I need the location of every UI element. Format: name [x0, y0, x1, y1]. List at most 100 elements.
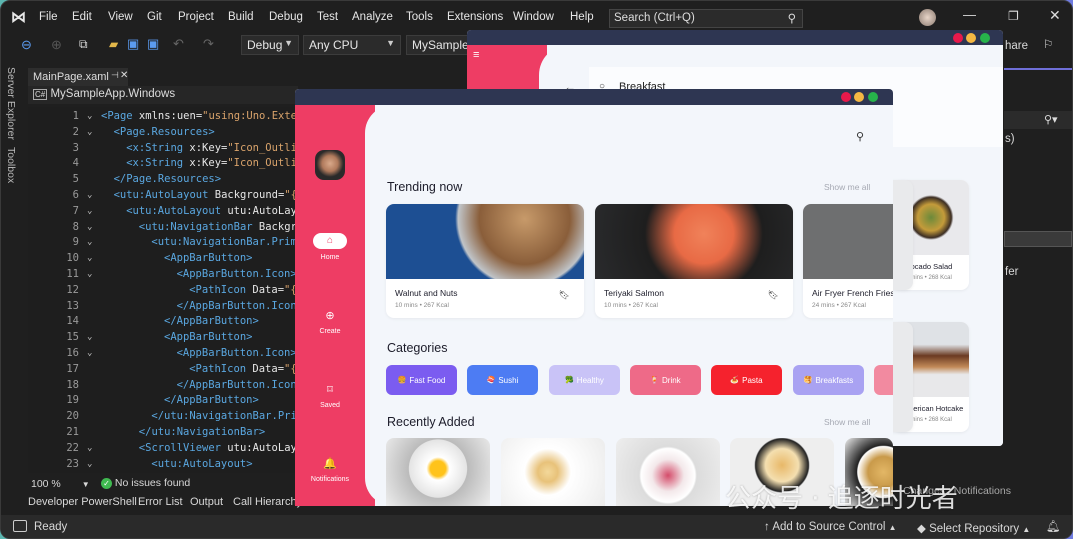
- sidebar-item-saved[interactable]: ⌑ Saved: [295, 381, 365, 417]
- issues-indicator[interactable]: ✓ No issues found: [101, 477, 190, 489]
- menu-debug[interactable]: Debug: [269, 11, 303, 23]
- code-line[interactable]: 5 </Page.Resources>: [28, 172, 296, 188]
- configuration-dropdown[interactable]: Debug ▼: [241, 35, 299, 55]
- code-line[interactable]: 13 </AppBarButton.Icon: [28, 299, 296, 315]
- menu-window[interactable]: Window: [513, 11, 554, 23]
- code-line[interactable]: 1 ⌄ <Page xmlns:uen="using:Uno.Exte: [28, 109, 296, 125]
- fold-chevron-icon[interactable]: ⌄: [87, 457, 92, 473]
- search-box[interactable]: Search (Ctrl+Q) ⚲: [609, 9, 803, 28]
- fold-chevron-icon[interactable]: ⌄: [87, 267, 92, 283]
- notifications-bell-icon[interactable]: 🔔︎: [1046, 519, 1061, 533]
- platform-dropdown[interactable]: Any CPU ▼: [303, 35, 401, 55]
- fold-chevron-icon[interactable]: ⌄: [87, 330, 92, 346]
- minimize-dot-icon[interactable]: [966, 33, 976, 43]
- recent-recipe-image[interactable]: [501, 438, 605, 506]
- vs-logo-icon[interactable]: ⋈: [11, 8, 29, 26]
- category-chip[interactable]: 🍣 Sushi: [467, 365, 538, 395]
- sidebar-item-notifications[interactable]: 🔔 Notifications: [295, 455, 365, 491]
- code-line[interactable]: 16 ⌄ <AppBarButton.Icon>: [28, 346, 296, 362]
- menu-edit[interactable]: Edit: [72, 11, 92, 23]
- bookmark-icon[interactable]: 🔖︎: [559, 290, 570, 301]
- menu-extensions[interactable]: Extensions: [447, 11, 503, 23]
- search-icon[interactable]: ⚲: [856, 130, 864, 143]
- code-line[interactable]: 22 ⌄ <ScrollViewer utu:AutoLay: [28, 441, 296, 457]
- code-line[interactable]: 18 </AppBarButton.Icon: [28, 378, 296, 394]
- fold-chevron-icon[interactable]: ⌄: [87, 220, 92, 236]
- code-line[interactable]: 4 <x:String x:Key="Icon_Outli: [28, 156, 296, 172]
- code-line[interactable]: 20 </utu:NavigationBar.Pri: [28, 409, 296, 425]
- fold-chevron-icon[interactable]: ⌄: [87, 235, 92, 251]
- side-tab-server-explorer[interactable]: Server Explorer: [5, 67, 17, 140]
- menu-file[interactable]: File: [39, 11, 58, 23]
- close-dot-icon[interactable]: [841, 92, 851, 102]
- close-icon[interactable]: ✕: [1049, 7, 1061, 24]
- menu-view[interactable]: View: [108, 11, 133, 23]
- restore-icon[interactable]: ❐: [1008, 9, 1019, 23]
- sidebar-item-home[interactable]: ⌂ Home: [295, 233, 365, 269]
- maximize-dot-icon[interactable]: [868, 92, 878, 102]
- avatar[interactable]: [315, 150, 345, 180]
- recipe-card[interactable]: Walnut and Nuts 10 mins • 267 Kcal 🔖︎: [386, 204, 584, 318]
- feedback-icon[interactable]: ⚐: [1043, 37, 1053, 51]
- menu-tools[interactable]: Tools: [406, 11, 433, 23]
- hamburger-menu-icon[interactable]: ≡: [473, 49, 479, 61]
- window-title-bar[interactable]: [295, 89, 893, 105]
- project-navigation-bar[interactable]: C# MySampleApp.Windows: [28, 86, 298, 104]
- code-line[interactable]: 6 ⌄ <utu:AutoLayout Background="{: [28, 188, 296, 204]
- panel-search-box[interactable]: ⚲▾: [1004, 111, 1072, 129]
- code-line[interactable]: 23 ⌄ <utu:AutoLayout>: [28, 457, 296, 473]
- category-chip[interactable]: 🍔 Fast Food: [386, 365, 457, 395]
- code-line[interactable]: 12 <PathIcon Data="{: [28, 283, 296, 299]
- bottom-tab[interactable]: Call Hierarchy: [233, 496, 302, 508]
- menu-analyze[interactable]: Analyze: [352, 11, 393, 23]
- bottom-tab[interactable]: Output: [190, 496, 223, 508]
- fold-chevron-icon[interactable]: ⌄: [87, 188, 92, 204]
- fold-chevron-icon[interactable]: ⌄: [87, 125, 92, 141]
- save-icon[interactable]: ▣: [127, 36, 139, 52]
- code-line[interactable]: 15 ⌄ <AppBarButton>: [28, 330, 296, 346]
- menu-build[interactable]: Build: [228, 11, 254, 23]
- recent-recipe-image[interactable]: [616, 438, 720, 506]
- pin-icon[interactable]: ⊣: [111, 70, 119, 81]
- code-line[interactable]: 2 ⌄ <Page.Resources>: [28, 125, 296, 141]
- fold-chevron-icon[interactable]: ⌄: [87, 204, 92, 220]
- code-line[interactable]: 11 ⌄ <AppBarButton.Icon>: [28, 267, 296, 283]
- category-chip[interactable]: 🥞 Breakfasts: [793, 365, 864, 395]
- show-all-link[interactable]: Show me all: [824, 417, 870, 427]
- forward-icon[interactable]: ⊕: [51, 37, 62, 53]
- add-to-source-control-button[interactable]: ↑ Add to Source Control ▲: [764, 521, 897, 533]
- bookmark-icon[interactable]: 🔖︎: [768, 290, 779, 301]
- bottom-tab[interactable]: Developer PowerShell: [28, 496, 137, 508]
- category-chip[interactable]: 🍹 Drink: [630, 365, 701, 395]
- save-all-icon[interactable]: ▣: [147, 36, 159, 52]
- code-line[interactable]: 9 ⌄ <utu:NavigationBar.Prim: [28, 235, 296, 251]
- code-line[interactable]: 21 </utu:NavigationBar>: [28, 425, 296, 441]
- close-dot-icon[interactable]: [953, 33, 963, 43]
- zoom-level-dropdown[interactable]: 100 % ▼: [31, 478, 90, 490]
- open-folder-icon[interactable]: ▰: [109, 37, 118, 51]
- minimize-dot-icon[interactable]: [854, 92, 864, 102]
- close-tab-icon[interactable]: ✕: [120, 70, 128, 81]
- recipe-card[interactable]: Teriyaki Salmon 10 mins • 267 Kcal 🔖︎: [595, 204, 793, 318]
- menu-help[interactable]: Help: [570, 11, 594, 23]
- menu-git[interactable]: Git: [147, 11, 162, 23]
- fold-chevron-icon[interactable]: ⌄: [87, 346, 92, 362]
- side-tab-toolbox[interactable]: Toolbox: [5, 147, 17, 183]
- app-window[interactable]: ⌂ Home ⊕ Create ⌑ Saved 🔔 Notifications ⚲ Trend…: [295, 89, 893, 506]
- minimize-icon[interactable]: —: [963, 7, 976, 22]
- bottom-tab[interactable]: Error List: [138, 496, 183, 508]
- redo-icon[interactable]: ↷: [203, 36, 214, 52]
- tab-mainpage-xaml[interactable]: MainPage.xaml ⊣ ✕: [28, 68, 128, 86]
- menu-project[interactable]: Project: [178, 11, 214, 23]
- avatar[interactable]: [919, 9, 936, 26]
- menu-test[interactable]: Test: [317, 11, 338, 23]
- code-line[interactable]: 7 ⌄ <utu:AutoLayout utu:AutoLay: [28, 204, 296, 220]
- maximize-dot-icon[interactable]: [980, 33, 990, 43]
- code-line[interactable]: 8 ⌄ <utu:NavigationBar Backgr: [28, 220, 296, 236]
- category-chip[interactable]: [874, 365, 893, 395]
- code-line[interactable]: 14 </AppBarButton>: [28, 314, 296, 330]
- fold-chevron-icon[interactable]: ⌄: [87, 109, 92, 125]
- window-title-bar[interactable]: [467, 30, 1003, 45]
- show-all-link[interactable]: Show me all: [824, 182, 870, 192]
- select-repository-button[interactable]: ◆ Select Repository ▲: [917, 521, 1030, 535]
